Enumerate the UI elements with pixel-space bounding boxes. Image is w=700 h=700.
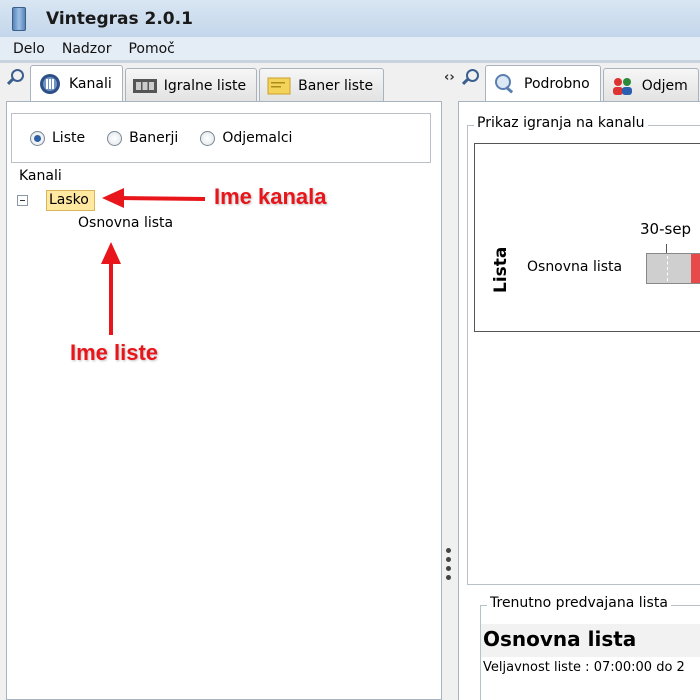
bar-dash-line	[667, 256, 668, 281]
annotation-channel-name: Ime kanala	[214, 184, 327, 209]
chart-tick-mark	[666, 244, 667, 253]
playback-group-title: Prikaz igranja na kanalu	[474, 115, 648, 131]
annotation-list-name: Ime liste	[70, 340, 159, 365]
chart-y-label: Lista	[491, 246, 511, 293]
current-list-group-title: Trenutno predvajana lista	[487, 595, 671, 611]
chart-row-label: Osnovna lista	[527, 259, 623, 275]
chart-date-tick: 30-sep	[640, 220, 692, 238]
current-list-validity: Veljavnost liste : 07:00:00 do 2	[483, 660, 685, 675]
splitter-handle[interactable]	[446, 548, 452, 588]
arrow-channel-name	[102, 188, 206, 208]
bar-red-segment	[691, 254, 700, 283]
playback-bar[interactable]	[646, 253, 700, 284]
current-list-name: Osnovna lista	[483, 627, 637, 651]
arrow-list-name	[101, 242, 121, 335]
